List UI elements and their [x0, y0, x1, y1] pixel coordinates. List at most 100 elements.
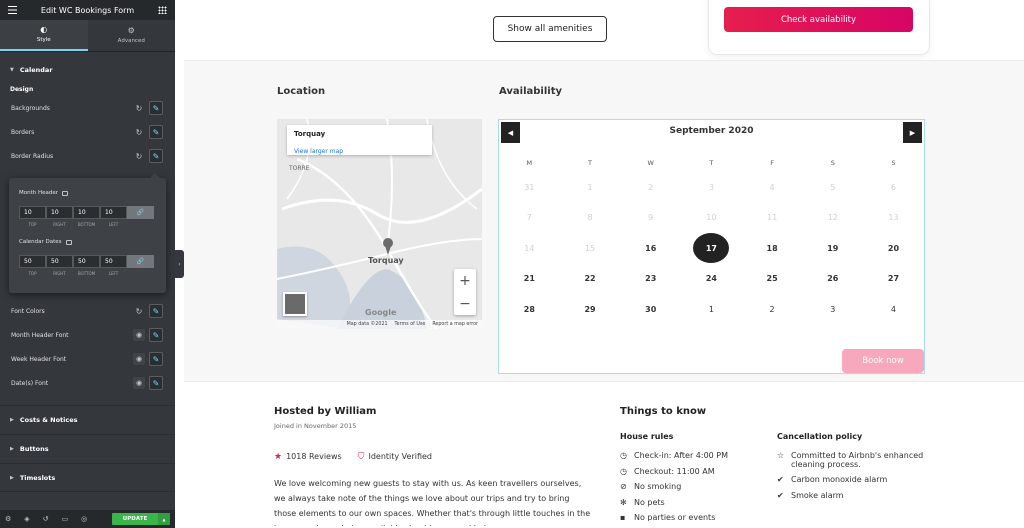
widgets-grid-icon[interactable] [158, 6, 167, 14]
edit-pencil-icon[interactable]: ✎ [149, 125, 163, 139]
border-radius-popover: Month Header 10 TOP 10 RIGHT 10 BOTTOM 10 LE… [9, 173, 166, 293]
layers-icon[interactable]: ◈ [24, 515, 29, 523]
calendar-day[interactable]: 28 [499, 305, 560, 314]
host-joined: Joined in November 2015 [274, 422, 357, 430]
tab-style[interactable]: ◐ Style [0, 20, 88, 51]
globe-icon[interactable]: ◉ [133, 329, 145, 341]
calendar-day: 6 [890, 182, 897, 192]
party-icon: ▪ [620, 513, 626, 521]
calendar-day[interactable]: 3 [802, 305, 863, 314]
calendar-day[interactable]: 30 [620, 305, 681, 314]
menu-icon[interactable] [8, 6, 17, 14]
link-values-icon[interactable]: 🔗 [127, 206, 154, 219]
calendar-day[interactable]: 25 [742, 274, 803, 283]
check-availability-button[interactable]: Check availability [724, 7, 913, 32]
desktop-icon[interactable] [65, 239, 72, 245]
booking-card: Check availability [709, 0, 929, 54]
calendar-day[interactable]: 1 [681, 305, 742, 314]
preview-eye-icon[interactable]: ◎ [81, 515, 87, 523]
reset-icon[interactable]: ↻ [133, 128, 145, 137]
calendar-day: 11 [767, 213, 778, 223]
next-month-button[interactable]: ▶ [903, 122, 922, 143]
reset-icon[interactable]: ↻ [133, 152, 145, 161]
history-icon[interactable]: ↺ [43, 515, 49, 523]
list-item: ◷ Checkout: 11:00 AM [620, 466, 715, 476]
satellite-toggle[interactable] [283, 292, 307, 316]
control-backgrounds: Backgrounds ↻ ✎ [0, 96, 175, 120]
editor-footer: ⚙ ◈ ↺ ▭ ◎ UPDATE ▲ [0, 510, 175, 528]
book-now-button[interactable]: Book now [842, 349, 924, 373]
reset-icon[interactable]: ↻ [133, 104, 145, 113]
clock-icon: ◷ [620, 451, 627, 460]
availability-title: Availability [499, 86, 562, 97]
zoom-in-button[interactable]: + [459, 273, 471, 289]
edit-pencil-icon[interactable]: ✎ [149, 149, 163, 163]
report-error-link[interactable]: Report a map error [432, 322, 478, 327]
calendar-dates-dimensions: 50 TOP 50 RIGHT 50 BOTTOM 50 LEFT 🔗 [19, 255, 156, 276]
calendar-week: 28 29 30 1 2 3 4 [499, 294, 924, 325]
terms-link[interactable]: Terms of Use [395, 322, 426, 327]
desktop-icon[interactable] [62, 190, 69, 196]
availability-calendar: ◀ September 2020 ▶ M T W T F S S 31 1 2 … [498, 119, 925, 374]
calendar-day[interactable]: 2 [742, 305, 803, 314]
calendar-day: 9 [648, 213, 654, 223]
month-header-top-input[interactable]: 10 [19, 206, 46, 219]
calendar-day: 15 [584, 243, 596, 253]
map-label-torre: TORRE [289, 165, 310, 172]
edit-pencil-icon[interactable]: ✎ [149, 328, 163, 342]
section-costs-notices[interactable]: ▶ Costs & Notices [0, 405, 175, 434]
update-button[interactable]: UPDATE ▲ [112, 513, 170, 525]
calendar-dates-top-input[interactable]: 50 [19, 255, 46, 268]
edit-pencil-icon[interactable]: ✎ [149, 352, 163, 366]
control-borders: Borders ↻ ✎ [0, 120, 175, 144]
calendar-day-selected[interactable]: 17 [681, 233, 742, 264]
section-timeslots[interactable]: ▶ Timeslots [0, 463, 175, 492]
collapse-panel-icon[interactable]: ‹ [175, 250, 184, 278]
calendar-day[interactable]: 22 [560, 274, 621, 283]
calendar-day[interactable]: 26 [802, 274, 863, 283]
calendar-day: 1 [587, 182, 593, 192]
edit-pencil-icon[interactable]: ✎ [149, 376, 163, 390]
tab-advanced[interactable]: ⚙ Advanced [88, 20, 176, 51]
calendar-day[interactable]: 4 [863, 305, 924, 314]
month-header-left-input[interactable]: 10 [100, 206, 127, 219]
month-header-bottom-input[interactable]: 10 [73, 206, 100, 219]
calendar-day: 8 [587, 213, 593, 223]
list-item: ⊘ No smoking [620, 482, 682, 491]
edit-pencil-icon[interactable]: ✎ [149, 304, 163, 318]
section-calendar[interactable]: ▼ Calendar [0, 58, 175, 82]
map-label-torquay: Torquay [368, 256, 404, 265]
calendar-day[interactable]: 27 [863, 274, 924, 283]
zoom-out-button[interactable]: − [459, 296, 471, 312]
globe-icon[interactable]: ◉ [133, 377, 145, 389]
show-amenities-button[interactable]: Show all amenities [493, 16, 607, 42]
section-buttons[interactable]: ▶ Buttons [0, 434, 175, 463]
view-larger-map-link[interactable]: View larger map [294, 148, 343, 155]
map[interactable]: Torquay View larger map TORRE Torquay + … [277, 119, 482, 329]
globe-icon[interactable]: ◉ [133, 353, 145, 365]
calendar-day[interactable]: 20 [863, 244, 924, 253]
calendar-dates-bottom-input[interactable]: 50 [73, 255, 100, 268]
calendar-day[interactable]: 29 [560, 305, 621, 314]
calendar-day[interactable]: 16 [620, 244, 681, 253]
link-values-icon[interactable]: 🔗 [127, 255, 154, 268]
host-title: Hosted by William [274, 406, 377, 417]
calendar-day[interactable]: 23 [620, 274, 681, 283]
month-header-right-input[interactable]: 10 [46, 206, 73, 219]
reset-icon[interactable]: ↻ [133, 307, 145, 316]
location-title: Location [277, 86, 326, 97]
settings-icon[interactable]: ⚙ [5, 515, 11, 523]
calendar-day[interactable]: 19 [802, 244, 863, 253]
caret-up-icon[interactable]: ▲ [158, 513, 170, 525]
calendar-day[interactable]: 21 [499, 274, 560, 283]
calendar-dates-left-input[interactable]: 50 [100, 255, 127, 268]
calendar-dates-right-input[interactable]: 50 [46, 255, 73, 268]
calendar-day[interactable]: 24 [681, 274, 742, 283]
calendar-day[interactable]: 18 [742, 244, 803, 253]
edit-pencil-icon[interactable]: ✎ [149, 101, 163, 115]
caret-down-icon: ▼ [10, 67, 14, 73]
calendar-dates-label: Calendar Dates [19, 237, 156, 247]
control-week-header-font: Week Header Font ◉ ✎ [0, 347, 175, 371]
control-border-radius: Border Radius ↻ ✎ [0, 144, 175, 168]
responsive-icon[interactable]: ▭ [62, 515, 69, 523]
